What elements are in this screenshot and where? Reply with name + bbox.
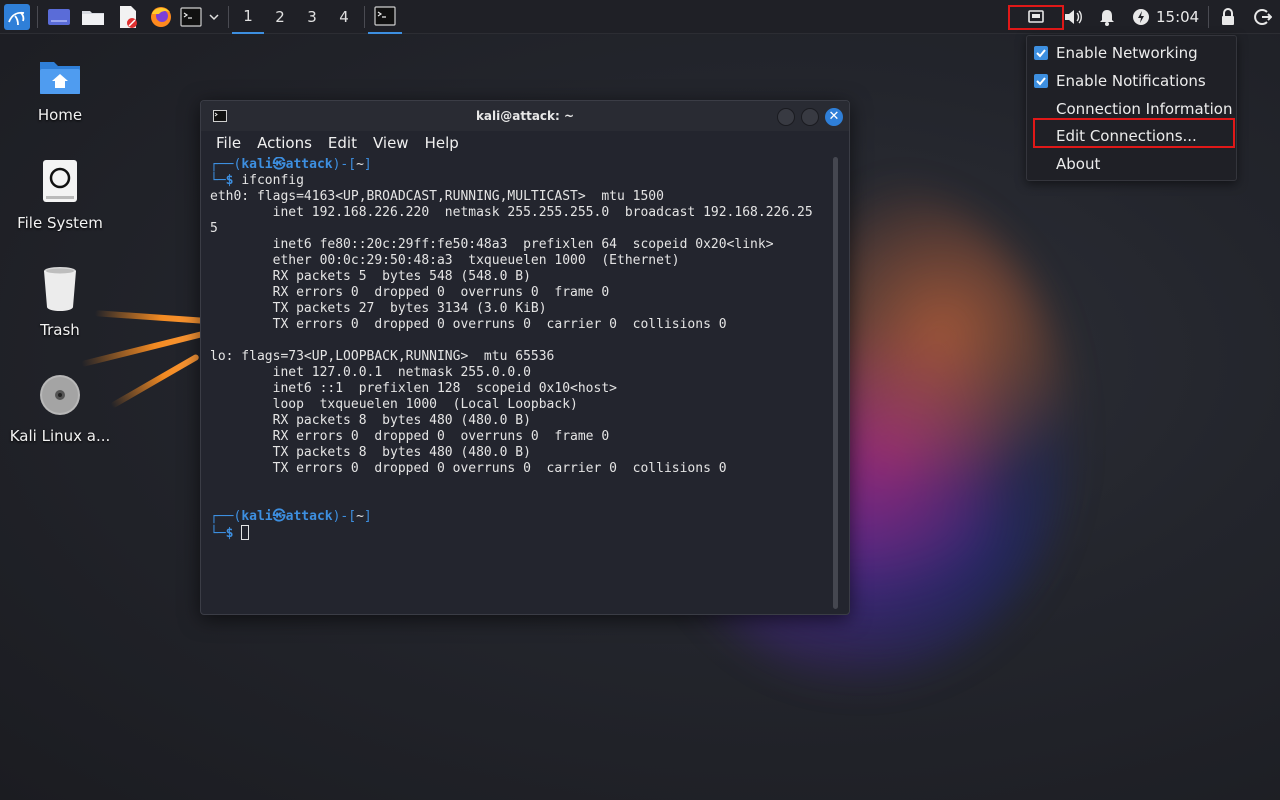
- desktop-icon-label: Trash: [40, 321, 80, 339]
- terminal-icon: [180, 7, 202, 27]
- menu-item-enable-networking[interactable]: Enable Networking: [1027, 39, 1236, 67]
- menu-file[interactable]: File: [216, 134, 241, 152]
- terminal-window[interactable]: kali@attack: ~ ✕ File Actions Edit View …: [200, 100, 850, 615]
- notifications-button[interactable]: [1096, 0, 1118, 34]
- panel-separator: [228, 6, 229, 28]
- desktop-icon-label: Home: [37, 106, 83, 124]
- output-line: RX packets 5 bytes 548 (548.0 B): [210, 269, 531, 284]
- output-line: RX packets 8 bytes 480 (480.0 B): [210, 413, 531, 428]
- chevron-down-icon: [209, 14, 219, 21]
- output-line: RX errors 0 dropped 0 overruns 0 frame 0: [210, 429, 610, 444]
- file-manager-button[interactable]: [79, 0, 107, 34]
- command-line-2: └─$: [210, 525, 835, 542]
- desktop-icon-home[interactable]: Home: [0, 56, 120, 124]
- checkbox-checked-icon: [1034, 46, 1048, 60]
- drive-icon: [43, 160, 77, 202]
- workspace-1[interactable]: 1: [232, 0, 264, 34]
- close-button[interactable]: ✕: [825, 108, 843, 126]
- menu-item-about[interactable]: About: [1027, 150, 1236, 178]
- checkbox-checked-icon: [1034, 74, 1048, 88]
- lock-screen-button[interactable]: [1217, 0, 1239, 34]
- kali-menu-button[interactable]: [2, 0, 32, 34]
- volume-button[interactable]: [1062, 0, 1084, 34]
- output-line: inet6 fe80::20c:29ff:fe50:48a3 prefixlen…: [210, 237, 774, 252]
- trash-icon: [44, 267, 76, 311]
- output-line: TX errors 0 dropped 0 overruns 0 carrier…: [210, 317, 727, 332]
- desktop-icon-kali-disc[interactable]: Kali Linux a...: [0, 373, 120, 445]
- desktop-icon-label: Kali Linux a...: [9, 427, 111, 445]
- battery-charging-icon: [1133, 9, 1149, 25]
- prompt-line-1: ┌──(kali㉿attack)-[~]: [210, 157, 372, 172]
- bell-icon: [1100, 10, 1114, 26]
- text-cursor: [241, 525, 250, 540]
- menu-edit[interactable]: Edit: [328, 134, 357, 152]
- minimize-button[interactable]: [777, 108, 795, 126]
- output-line: ether 00:0c:29:50:48:a3 txqueuelen 1000 …: [210, 253, 680, 268]
- firefox-button[interactable]: [147, 0, 175, 34]
- volume-icon: [1065, 10, 1082, 24]
- workspace-4[interactable]: 4: [328, 0, 360, 34]
- show-desktop-button[interactable]: [45, 0, 73, 34]
- text-editor-button[interactable]: [114, 0, 142, 34]
- output-line: RX errors 0 dropped 0 overruns 0 frame 0: [210, 285, 610, 300]
- workspace-3[interactable]: 3: [296, 0, 328, 34]
- top-panel: 1 2 3 4 15:04: [0, 0, 1280, 34]
- output-line: eth0: flags=4163<UP,BROADCAST,RUNNING,MU…: [210, 189, 664, 204]
- output-line: lo: flags=73<UP,LOOPBACK,RUNNING> mtu 65…: [210, 349, 555, 364]
- terminal-title: kali@attack: ~: [475, 109, 575, 123]
- terminal-scrollbar[interactable]: [833, 157, 838, 609]
- maximize-button[interactable]: [801, 108, 819, 126]
- clock[interactable]: 15:04: [1156, 0, 1199, 34]
- command-line-1: └─$ ifconfig: [210, 173, 304, 188]
- wallpaper-streak: [110, 353, 200, 409]
- command-output: eth0: flags=4163<UP,BROADCAST,RUNNING,MU…: [210, 189, 835, 477]
- terminal-launcher-button[interactable]: [178, 0, 204, 34]
- output-line: loop txqueuelen 1000 (Local Loopback): [210, 397, 578, 412]
- output-line: TX packets 27 bytes 3134 (3.0 KiB): [210, 301, 547, 316]
- desktop-icon-label: File System: [17, 214, 103, 232]
- desktop-icon-file-system[interactable]: File System: [0, 158, 120, 232]
- menu-help[interactable]: Help: [425, 134, 459, 152]
- menu-view[interactable]: View: [373, 134, 409, 152]
- network-tray-highlight: [1008, 5, 1064, 30]
- output-line: TX errors 0 dropped 0 overruns 0 carrier…: [210, 461, 727, 476]
- folder-icon: [82, 11, 104, 25]
- output-line: inet 192.168.226.220 netmask 255.255.255…: [210, 205, 813, 220]
- close-icon: ✕: [828, 109, 840, 124]
- terminal-titlebar[interactable]: kali@attack: ~ ✕: [201, 101, 849, 131]
- logout-icon: [1254, 9, 1272, 25]
- output-line: 5: [210, 221, 218, 236]
- text-editor-icon: [120, 6, 137, 28]
- output-line: inet6 ::1 prefixlen 128 scopeid 0x10<hos…: [210, 381, 617, 396]
- output-line: TX packets 8 bytes 480 (480.0 B): [210, 445, 531, 460]
- panel-separator: [37, 6, 38, 28]
- logout-button[interactable]: [1252, 0, 1274, 34]
- menu-item-enable-notifications[interactable]: Enable Notifications: [1027, 67, 1236, 95]
- menu-actions[interactable]: Actions: [257, 134, 312, 152]
- launcher-dropdown-button[interactable]: [205, 0, 223, 34]
- workspace-2[interactable]: 2: [264, 0, 296, 34]
- terminal-menubar: File Actions Edit View Help: [201, 131, 849, 155]
- desktop-icon-trash[interactable]: Trash: [0, 265, 120, 339]
- edit-connections-highlight: [1033, 118, 1235, 148]
- lock-icon: [1222, 8, 1234, 25]
- firefox-icon: [151, 7, 171, 27]
- kali-dragon-icon: [4, 4, 30, 30]
- desktop-icon: [48, 9, 70, 25]
- disc-icon: [40, 375, 80, 415]
- terminal-output[interactable]: ┌──(kali㉿attack)-[~] └─$ ifconfig eth0: fl…: [210, 157, 835, 609]
- prompt-line-2: ┌──(kali㉿attack)-[~]: [210, 509, 372, 524]
- taskbar-terminal-window[interactable]: [368, 0, 402, 34]
- power-manager-button[interactable]: [1130, 0, 1152, 34]
- home-folder-icon: [40, 62, 80, 94]
- panel-separator: [1208, 6, 1209, 28]
- output-line: inet 127.0.0.1 netmask 255.0.0.0: [210, 365, 531, 380]
- panel-separator: [364, 6, 365, 28]
- network-context-menu: Enable Networking Enable Notifications C…: [1026, 35, 1237, 181]
- terminal-icon: [374, 6, 396, 26]
